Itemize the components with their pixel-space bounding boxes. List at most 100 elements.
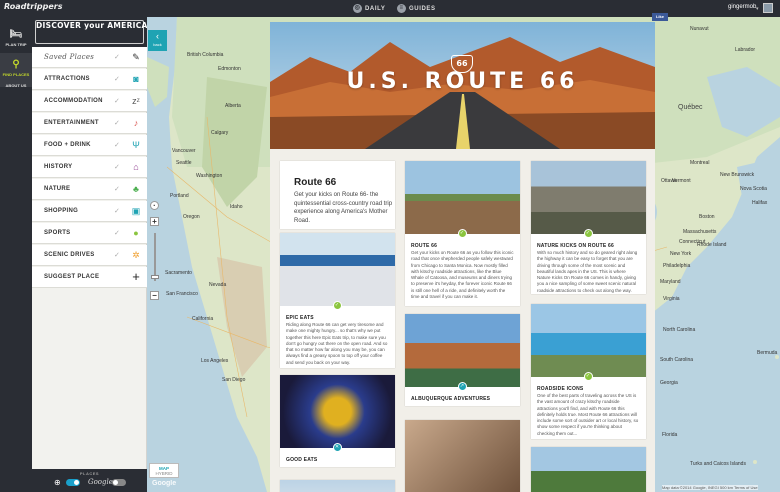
hero-image: 66 U.S. ROUTE 66 [270, 22, 655, 149]
map-label-qc: Québec [678, 104, 703, 111]
checkmark-icon[interactable]: ✓ [114, 141, 120, 149]
guide-card-route66[interactable]: ✓ ROUTE 66 Get your kicks on Route 66 as… [405, 161, 520, 306]
intro-text: Get your kicks on Route 66- the quintess… [294, 192, 393, 224]
rail-plan-trip[interactable]: 🛏 PLAN TRIP [0, 23, 32, 57]
cutlery-icon: Ψ [132, 140, 140, 150]
category-suggest-place[interactable]: SUGGEST PLACE + [32, 267, 147, 288]
discover-banner: DISCOVER your AMERICA [32, 17, 147, 47]
building-icon: ⌂ [133, 162, 139, 172]
category-saved-places[interactable]: Saved Places ✓ ✎ [32, 47, 147, 68]
map-label-ny: New York [670, 251, 692, 257]
facebook-like-button[interactable]: Like [652, 13, 668, 21]
zoom-out-button[interactable]: − [150, 291, 159, 300]
left-rail: 🛏 PLAN TRIP ⚲ FIND PLACES ABOUT US [0, 17, 32, 492]
bed-icon: 🛏 [9, 29, 23, 40]
nav-guides-label: GUIDES [409, 6, 436, 13]
guide-card-cave[interactable] [405, 420, 520, 492]
app-logo[interactable]: Roadtrippers [4, 2, 62, 11]
checkmark-icon[interactable]: ✓ [114, 163, 120, 171]
checkmark-icon[interactable]: ✓ [114, 119, 120, 127]
username[interactable]: gingermob [728, 4, 756, 10]
guide-card-albuquerque[interactable]: ↗ ALBUQUERQUE ADVENTURES [405, 314, 520, 406]
map-label-nc: North Carolina [663, 327, 696, 333]
guide-card-mound[interactable] [531, 447, 646, 492]
guide-panel[interactable]: 66 U.S. ROUTE 66 Route 66 Get your kicks… [270, 22, 655, 492]
google-toggle[interactable] [112, 479, 126, 486]
wheel-icon: ✲ [132, 250, 140, 260]
map-type-toggle[interactable]: MAP HYBRID [149, 463, 179, 478]
category-food-drink[interactable]: FOOD + DRINK ✓ Ψ [32, 135, 147, 156]
card-image [531, 161, 646, 234]
bag-icon: ▣ [131, 206, 141, 216]
zoom-in-button[interactable]: + [150, 217, 159, 226]
google-label: Google [88, 478, 113, 486]
card-desc: One of the best parts of traveling acros… [537, 393, 639, 436]
zoom-slider-knob[interactable] [151, 275, 159, 279]
map-label-tci: Turks and Caicos Islands [690, 461, 746, 467]
app-root: British Columbia Alberta Edmonton Calgar… [0, 0, 780, 492]
map-copyright[interactable]: Map data ©2014 Google, INEGI 500 km Term… [662, 485, 758, 490]
nav-daily[interactable]: ◎ DAILY [353, 4, 385, 13]
checkmark-icon[interactable]: ✓ [114, 53, 120, 61]
category-attractions[interactable]: ATTRACTIONS ✓ ◙ [32, 69, 147, 90]
guide-card-partial[interactable] [280, 480, 395, 492]
leaf-icon: ♣ [133, 184, 139, 194]
category-label: FOOD + DRINK [44, 142, 91, 148]
map-label-wa: Washington [196, 173, 223, 179]
plus-icon: + [132, 269, 140, 284]
category-nature[interactable]: NATURE ✓ ♣ [32, 179, 147, 200]
category-label: SUGGEST PLACE [44, 274, 100, 280]
category-sports[interactable]: SPORTS ✓ ● [32, 223, 147, 244]
map-label-hfx: Halifax [752, 200, 768, 206]
card-image [531, 304, 646, 377]
chevron-down-icon[interactable]: ▾ [756, 6, 759, 12]
map-type-hybrid[interactable]: HYBRID [150, 471, 178, 476]
hero-title: U.S. ROUTE 66 [346, 69, 579, 94]
compass-icon: ↗ [457, 382, 467, 391]
map-label-ns: Nova Scotia [740, 186, 767, 192]
map-label-ga: Georgia [660, 380, 678, 386]
back-button[interactable]: ‹ back [148, 30, 167, 51]
sleep-icon: zᶻ [132, 96, 140, 106]
category-label: Saved Places [44, 53, 95, 61]
category-entertainment[interactable]: ENTERTAINMENT ✓ ♪ [32, 113, 147, 134]
map-label-van: Vancouver [172, 148, 196, 154]
map-pin-icon: ⚲ [12, 59, 20, 70]
card-image [280, 480, 395, 492]
intro-title: Route 66 [294, 177, 337, 188]
card-title: ROUTE 66 [411, 243, 438, 249]
checkmark-icon[interactable]: ✓ [114, 75, 120, 83]
map-label-ber: Bermuda [757, 350, 778, 356]
category-scenic-drives[interactable]: SCENIC DRIVES ✓ ✲ [32, 245, 147, 266]
category-label: SPORTS [44, 230, 71, 236]
checkmark-icon[interactable]: ✓ [114, 229, 120, 237]
card-image [405, 314, 520, 387]
category-history[interactable]: HISTORY ✓ ⌂ [32, 157, 147, 178]
places-label: PLACES [79, 471, 100, 476]
category-sidebar: DISCOVER your AMERICA Saved Places ✓ ✎ ATTR… [32, 17, 147, 492]
rail-find-places-label: FIND PLACES [2, 72, 30, 77]
checkmark-icon[interactable]: ✓ [114, 185, 120, 193]
category-accommodation[interactable]: ACCOMMODATION ✓ zᶻ [32, 91, 147, 112]
back-label: back [153, 42, 162, 47]
checkmark-icon[interactable]: ✓ [114, 97, 120, 105]
camera-icon: ◙ [133, 74, 139, 84]
pan-button[interactable]: · [150, 201, 159, 210]
map-label-sd: San Diego [222, 377, 246, 383]
avatar[interactable] [763, 3, 773, 13]
guides-icon: ≡ [397, 4, 406, 13]
map-label-fl: Florida [662, 432, 678, 438]
places-toggle[interactable] [66, 479, 80, 486]
guide-card-good-eats[interactable]: ✕ GOOD EATS [280, 375, 395, 467]
checkmark-icon[interactable]: ✓ [114, 207, 120, 215]
guide-card-roadside[interactable]: ✓ ROADSIDE ICONS One of the best parts o… [531, 304, 646, 439]
category-label: SCENIC DRIVES [44, 252, 95, 258]
leaf-icon: ✓ [583, 372, 593, 381]
guide-card-epic-eats[interactable]: ✓ EPIC EATS Riding along Route 66 can ge… [280, 233, 395, 368]
checkmark-icon[interactable]: ✓ [114, 251, 120, 259]
guide-card-nature[interactable]: ✓ NATURE KICKS ON ROUTE 66 With so much … [531, 161, 646, 294]
zoom-slider-track[interactable] [154, 233, 156, 281]
category-shopping[interactable]: SHOPPING ✓ ▣ [32, 201, 147, 222]
nav-guides[interactable]: ≡ GUIDES [397, 4, 436, 13]
rail-about-us[interactable]: ABOUT US [0, 81, 32, 93]
